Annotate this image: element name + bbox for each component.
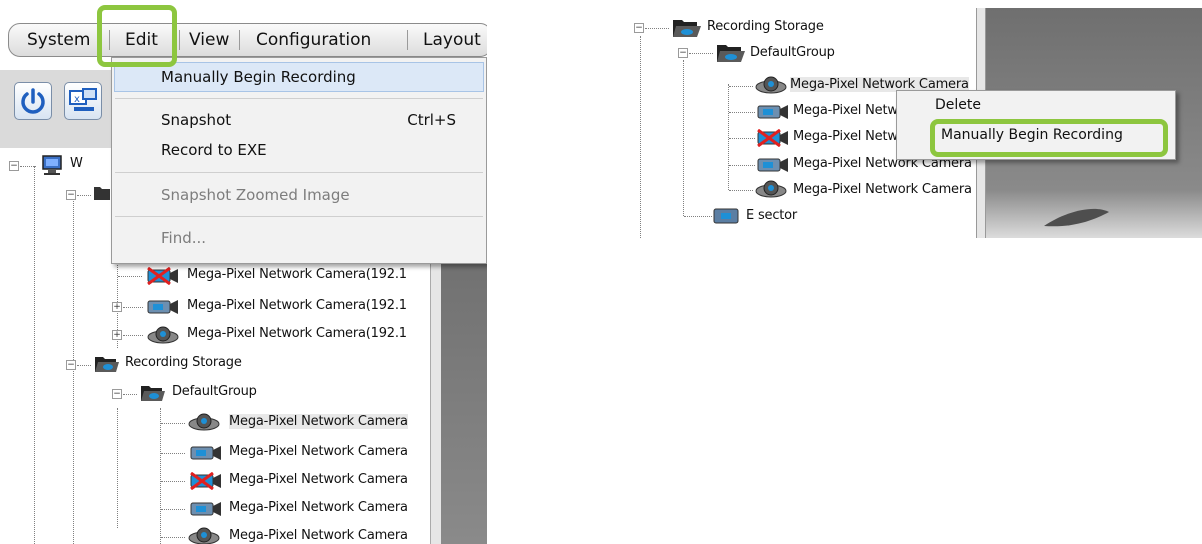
menu-item-snapshot[interactable]: Snapshot Ctrl+S — [112, 106, 486, 134]
camera-disabled-icon — [190, 472, 221, 490]
folder-open-icon — [673, 20, 701, 37]
group-camera-label[interactable]: Mega-Pixel Network Camera — [229, 444, 408, 459]
menu-item-label: Snapshot Zoomed Image — [161, 186, 350, 204]
menu-system[interactable]: System — [27, 24, 90, 56]
camera-row-label[interactable]: Mega-Pixel Network Camera(192.1 — [187, 298, 407, 313]
menu-separator — [115, 216, 483, 217]
menu-separator — [115, 98, 483, 99]
edit-menu-dropdown: Manually Begin Recording Snapshot Ctrl+S… — [111, 57, 487, 264]
menu-separator — [115, 172, 483, 173]
menu-bar: System Edit View Configuration Layout — [8, 23, 487, 57]
camera-label[interactable]: Mega-Pixel Netw — [793, 129, 898, 144]
default-group-label[interactable]: DefaultGroup — [750, 45, 835, 60]
recording-storage-label[interactable]: Recording Storage — [125, 355, 242, 370]
left-screenshot: System Edit View Configuration Layout x — [0, 0, 487, 544]
menu-layout[interactable]: Layout — [423, 24, 481, 56]
collapse-toggle[interactable]: − — [9, 161, 19, 171]
dome-camera-icon — [188, 413, 220, 431]
menu-item-shortcut: Ctrl+S — [407, 111, 456, 129]
camera-icon — [147, 300, 178, 314]
collapse-toggle[interactable]: − — [634, 23, 644, 33]
edit-menu-highlight — [97, 5, 177, 67]
e-sector-label[interactable]: E sector — [746, 208, 797, 223]
video-preview-lower — [984, 190, 1202, 238]
collapse-toggle[interactable]: − — [678, 48, 688, 58]
menu-item-record-to-exe[interactable]: Record to EXE — [112, 136, 486, 164]
svg-text:x: x — [74, 94, 80, 105]
dome-camera-icon — [755, 180, 787, 198]
network-button[interactable]: x — [64, 82, 102, 120]
camera-row-label[interactable]: Mega-Pixel Network Camera(192.1 — [187, 326, 407, 341]
folder-open-icon — [95, 357, 119, 372]
menu-separator — [407, 30, 408, 50]
camera-row-label[interactable]: Mega-Pixel Network Camera(192.1 — [187, 267, 407, 282]
power-button[interactable] — [14, 82, 52, 120]
menu-configuration[interactable]: Configuration — [256, 24, 371, 56]
dome-camera-icon — [755, 76, 787, 94]
camera-group-icon — [713, 208, 739, 224]
menu-separator — [179, 30, 180, 50]
default-group-label[interactable]: DefaultGroup — [172, 384, 257, 399]
collapse-toggle[interactable]: − — [112, 389, 122, 399]
network-monitor-icon: x — [69, 88, 97, 111]
power-icon — [21, 88, 45, 114]
camera-label[interactable]: Mega-Pixel Network Camera — [793, 182, 972, 197]
tree-root-label[interactable]: W — [70, 156, 83, 171]
camera-icon — [190, 446, 221, 460]
group-camera-label[interactable]: Mega-Pixel Network Camera — [229, 414, 408, 429]
menu-item-label: Snapshot — [161, 111, 232, 129]
folder-open-icon — [717, 45, 745, 62]
right-screenshot: − Recording Storage − DefaultGroup Mega-… — [620, 8, 1202, 238]
expand-toggle[interactable]: + — [112, 330, 122, 340]
splitter[interactable] — [430, 240, 441, 544]
collapse-toggle[interactable]: − — [66, 360, 76, 370]
menu-item-label: Manually Begin Recording — [161, 68, 356, 86]
folder-icon — [94, 187, 110, 200]
camera-label[interactable]: Mega-Pixel Netw — [793, 103, 898, 118]
menu-view[interactable]: View — [189, 24, 229, 56]
folder-open-icon — [141, 386, 165, 401]
menu-item-label: Delete — [935, 97, 981, 113]
camera-icon — [190, 502, 221, 516]
dome-camera-icon — [188, 527, 220, 544]
collapse-toggle[interactable]: − — [66, 190, 76, 200]
context-item-highlight — [930, 119, 1168, 157]
camera-icon — [757, 105, 788, 119]
group-camera-label[interactable]: Mega-Pixel Network Camera — [229, 500, 408, 515]
menu-item-find: Find... — [112, 224, 486, 252]
menu-separator — [239, 30, 240, 50]
menu-item-label: Record to EXE — [161, 141, 267, 159]
dome-camera-icon — [147, 326, 179, 344]
video-preview — [440, 240, 487, 544]
group-camera-label[interactable]: Mega-Pixel Network Camera — [229, 472, 408, 487]
group-camera-label[interactable]: Mega-Pixel Network Camera — [229, 528, 408, 543]
computer-icon — [42, 155, 62, 175]
camera-disabled-icon — [147, 267, 178, 285]
menu-item-delete[interactable]: Delete — [897, 93, 1175, 119]
expand-toggle[interactable]: + — [112, 302, 122, 312]
menu-item-label: Find... — [161, 229, 207, 247]
camera-icon — [757, 158, 788, 172]
camera-disabled-icon — [757, 129, 788, 147]
shadow-shape — [1044, 208, 1109, 227]
menu-item-snapshot-zoomed-image: Snapshot Zoomed Image — [112, 181, 486, 209]
recording-storage-label[interactable]: Recording Storage — [707, 19, 824, 34]
